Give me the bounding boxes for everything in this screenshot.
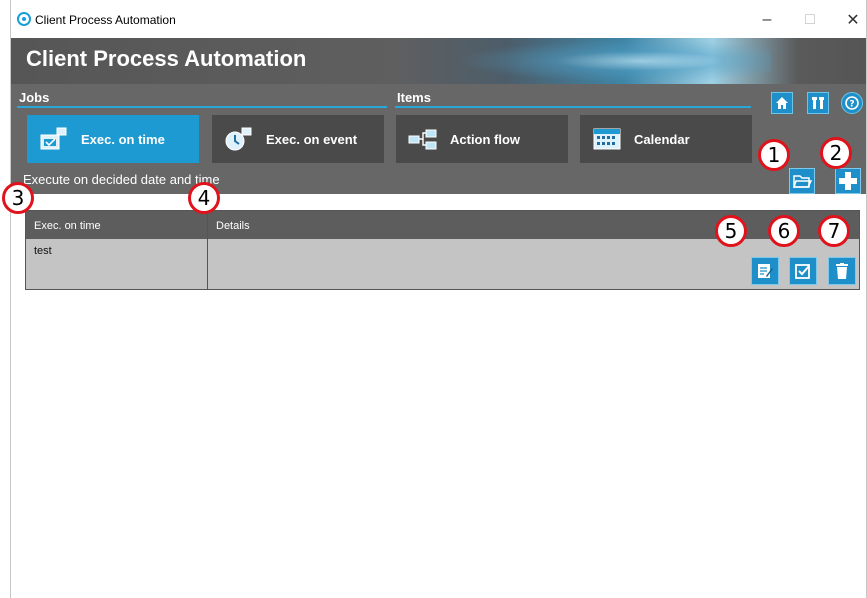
edit-icon[interactable] (751, 257, 779, 285)
table-row-name[interactable]: test (34, 245, 52, 257)
app-header: Client Process Automation Jobs Items ? E… (11, 38, 866, 194)
column-divider (207, 211, 208, 289)
banner-swoosh (441, 38, 771, 84)
app-title: Client Process Automation (26, 46, 307, 71)
settings-icon[interactable] (807, 92, 829, 114)
check-icon[interactable] (789, 257, 817, 285)
exec-on-event-icon (224, 127, 254, 151)
callout-2: 2 (820, 137, 852, 169)
tab-action-flow[interactable]: Action flow (396, 115, 568, 163)
column-header-exec-on-time[interactable]: Exec. on time (34, 220, 101, 232)
callout-3: 3 (2, 182, 34, 214)
window-title: Client Process Automation (35, 13, 176, 27)
callout-6: 6 (768, 215, 800, 247)
home-icon[interactable] (771, 92, 793, 114)
callout-7: 7 (818, 215, 850, 247)
banner: Client Process Automation (11, 38, 866, 84)
column-header-details[interactable]: Details (216, 220, 250, 232)
jobs-section-label: Jobs (19, 90, 50, 105)
tab-label: Exec. on event (266, 131, 358, 147)
items-section-label: Items (397, 90, 431, 105)
minimize-button[interactable]: – (747, 8, 787, 32)
tab-exec-on-time[interactable]: Exec. on time (27, 115, 199, 163)
svg-text:?: ? (849, 100, 854, 110)
help-icon[interactable]: ? (841, 92, 863, 114)
page-subtitle: Execute on decided date and time (23, 172, 220, 187)
jobs-divider (17, 106, 387, 108)
delete-icon[interactable] (828, 257, 856, 285)
items-divider (395, 106, 751, 108)
exec-on-time-icon (39, 127, 69, 151)
tab-calendar[interactable]: Calendar (580, 115, 752, 163)
title-bar: Client Process Automation – □ ✕ (11, 0, 866, 38)
add-icon[interactable] (835, 168, 861, 194)
close-button[interactable]: ✕ (833, 8, 867, 32)
open-folder-icon[interactable] (789, 168, 815, 194)
maximize-button[interactable]: □ (790, 8, 830, 32)
tab-label: Exec. on time (81, 131, 165, 147)
tab-label: Action flow (450, 131, 521, 147)
action-flow-icon (408, 127, 438, 151)
app-window: Client Process Automation – □ ✕ Client P… (10, 0, 867, 598)
calendar-icon (592, 127, 622, 151)
callout-5: 5 (715, 215, 747, 247)
tab-exec-on-event[interactable]: Exec. on event (212, 115, 384, 163)
tab-label: Calendar (634, 131, 690, 147)
callout-1: 1 (758, 139, 790, 171)
callout-4: 4 (188, 182, 220, 214)
app-logo-icon (17, 12, 31, 26)
